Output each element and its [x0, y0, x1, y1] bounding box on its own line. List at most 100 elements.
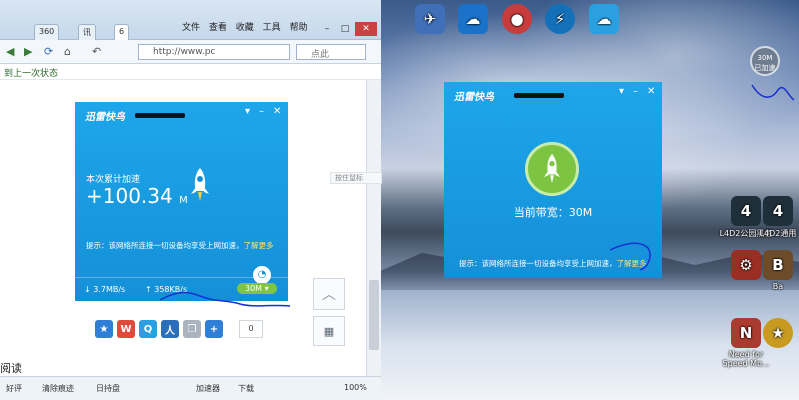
- plane-icon: ✈: [415, 4, 445, 34]
- tab-label: 360: [39, 27, 55, 36]
- back-to-top-button[interactable]: ︿: [313, 278, 345, 310]
- star-icon: ★: [763, 318, 793, 348]
- qr-code-button[interactable]: ▦: [313, 316, 345, 346]
- tab-label: 讯: [83, 28, 91, 37]
- share-count: 0: [239, 320, 263, 338]
- minimize-icon[interactable]: –: [259, 106, 264, 117]
- speed-badge[interactable]: 30M 已加速: [750, 46, 780, 76]
- scrollbar-thumb[interactable]: [369, 280, 379, 350]
- accel-tip: 提示：该网络所连接一切设备均享受上网加速，了解更多: [86, 240, 274, 251]
- bolt-icon: ⚡: [545, 4, 575, 34]
- bandwidth-pill[interactable]: 30M ▾: [237, 283, 277, 294]
- redacted-name: [514, 93, 564, 98]
- desktop-icon-label: Ba: [772, 282, 784, 291]
- accel-value-number: +100.34: [86, 184, 173, 208]
- accel-value-unit: M: [179, 195, 188, 206]
- close-icon[interactable]: ✕: [273, 106, 281, 117]
- tab-label: 6: [119, 27, 125, 36]
- download-speed-value: 3.7MB/s: [93, 285, 126, 294]
- desktop-icon-l4d2-b[interactable]: 4 L4D2通用: [756, 196, 799, 239]
- rocket-icon: [191, 168, 209, 201]
- restore-text: 到上一次状态: [4, 69, 59, 79]
- share-bar: ★ W Q 人 ❐ +: [95, 320, 223, 338]
- side-hint: 按住鼠标: [330, 172, 382, 184]
- back-icon[interactable]: ◀: [6, 45, 14, 58]
- menu-file[interactable]: 文件: [182, 23, 200, 33]
- tab-xunlei[interactable]: 讯: [78, 24, 96, 40]
- address-bar[interactable]: http://www.pc: [138, 44, 290, 60]
- xunlei-widget-large: 迅雷快鸟 ▾ – ✕ 当前带宽：30M 提示：该网络所连接一切设备均享受上网加速…: [444, 82, 662, 278]
- address-text: http://www.pc: [153, 47, 216, 57]
- home-icon[interactable]: ⌂: [64, 45, 71, 58]
- chevron-up-icon: ︿: [322, 287, 336, 303]
- desktop-icon-star[interactable]: ★: [756, 318, 799, 350]
- renren-icon[interactable]: 人: [161, 320, 179, 338]
- xunlei-widget-small: 迅雷快鸟 ▾ – ✕ 本次累计加速 +100.34 M 提示：该网络所连接一切设…: [75, 102, 288, 301]
- app-icon: B: [763, 250, 793, 280]
- xunlei-title: 迅雷快鸟: [85, 112, 125, 123]
- learn-more-link[interactable]: 了解更多: [617, 259, 647, 268]
- menu-favorites[interactable]: 收藏: [236, 23, 254, 33]
- browser-titlebar: 360 讯 6 文件 查看 收藏 工具 帮助 – □ ✕: [0, 0, 381, 40]
- qr-icon: ▦: [323, 324, 335, 338]
- rocket-circle[interactable]: [525, 142, 579, 196]
- star-share-icon[interactable]: ★: [95, 320, 113, 338]
- copy-icon[interactable]: ❐: [183, 320, 201, 338]
- restore-bar[interactable]: 到上一次状态: [0, 64, 381, 80]
- minimize-icon[interactable]: –: [633, 86, 638, 97]
- accel-value: +100.34 M: [86, 184, 188, 208]
- refresh-icon[interactable]: ⟳: [44, 45, 53, 58]
- rocket-icon: [544, 153, 560, 184]
- xunlei-title: 迅雷快鸟: [454, 92, 494, 103]
- menu-icon[interactable]: ▾: [245, 106, 250, 117]
- undo-icon[interactable]: ↶: [92, 45, 101, 58]
- status-disk[interactable]: 日持盘: [96, 383, 120, 394]
- speed-footer: ↓ 3.7MB/s ↑ 358KB/s ◔ 30M ▾: [75, 266, 288, 301]
- maximize-button[interactable]: □: [337, 22, 353, 36]
- tab-360[interactable]: 360: [34, 24, 60, 40]
- window-controls: – □ ✕: [319, 22, 377, 36]
- search-placeholder: 点此: [311, 50, 330, 60]
- menu-bar: 文件 查看 收藏 工具 帮助: [182, 20, 314, 33]
- desktop-icon-label: Need for Speed Mo...: [722, 350, 770, 368]
- media-icon: ●: [502, 4, 532, 34]
- current-bandwidth: 当前带宽：30M: [513, 206, 593, 219]
- close-button[interactable]: ✕: [355, 22, 377, 36]
- status-accel[interactable]: 加速器: [196, 383, 220, 394]
- menu-tools[interactable]: 工具: [263, 23, 281, 33]
- status-download[interactable]: 下载: [238, 383, 254, 394]
- desktop-icon-label: L4D2通用: [759, 229, 797, 238]
- menu-view[interactable]: 查看: [209, 23, 227, 33]
- speedometer-icon: ◔: [253, 266, 271, 284]
- tab-current[interactable]: 6: [114, 24, 130, 40]
- menu-help[interactable]: 帮助: [290, 23, 308, 33]
- search-input[interactable]: 点此: [296, 44, 366, 60]
- status-rating[interactable]: 好评: [6, 383, 22, 394]
- desktop-icon-ba[interactable]: B Ba: [756, 250, 799, 291]
- tencent-icon[interactable]: Q: [139, 320, 157, 338]
- menu-icon[interactable]: ▾: [619, 86, 624, 97]
- upload-speed: ↑ 358KB/s: [145, 285, 188, 294]
- scrollbar[interactable]: [366, 80, 381, 376]
- read-heading: 阅读: [0, 362, 22, 375]
- redacted-name: [135, 113, 185, 118]
- status-clear[interactable]: 清除痕迹: [42, 383, 74, 394]
- status-zoom[interactable]: 100%: [344, 383, 367, 392]
- weibo-icon[interactable]: W: [117, 320, 135, 338]
- close-icon[interactable]: ✕: [647, 86, 655, 97]
- nav-bar: ◀ ▶ ⟳ ⌂ ↶ http://www.pc 点此: [0, 40, 381, 64]
- speed-badge-value: 30M: [757, 54, 773, 62]
- upload-speed-value: 358KB/s: [154, 285, 188, 294]
- desktop-icon-5[interactable]: ☁: [574, 4, 634, 36]
- bandwidth-pill-value: 30M: [245, 284, 263, 293]
- forward-icon[interactable]: ▶: [24, 45, 32, 58]
- speed-badge-label: 已加速: [754, 64, 776, 72]
- status-bar: 好评 清除痕迹 日持盘 加速器 下载 100%: [0, 376, 381, 400]
- plus-icon[interactable]: +: [205, 320, 223, 338]
- l4d2-icon: 4: [763, 196, 793, 226]
- accel-tip: 提示：该网络所连接一切设备均享受上网加速，了解更多: [459, 258, 647, 269]
- minimize-button[interactable]: –: [319, 22, 335, 36]
- cloud-icon: ☁: [458, 4, 488, 34]
- learn-more-link[interactable]: 了解更多: [244, 241, 274, 250]
- cloud-drive-icon: ☁: [589, 4, 619, 34]
